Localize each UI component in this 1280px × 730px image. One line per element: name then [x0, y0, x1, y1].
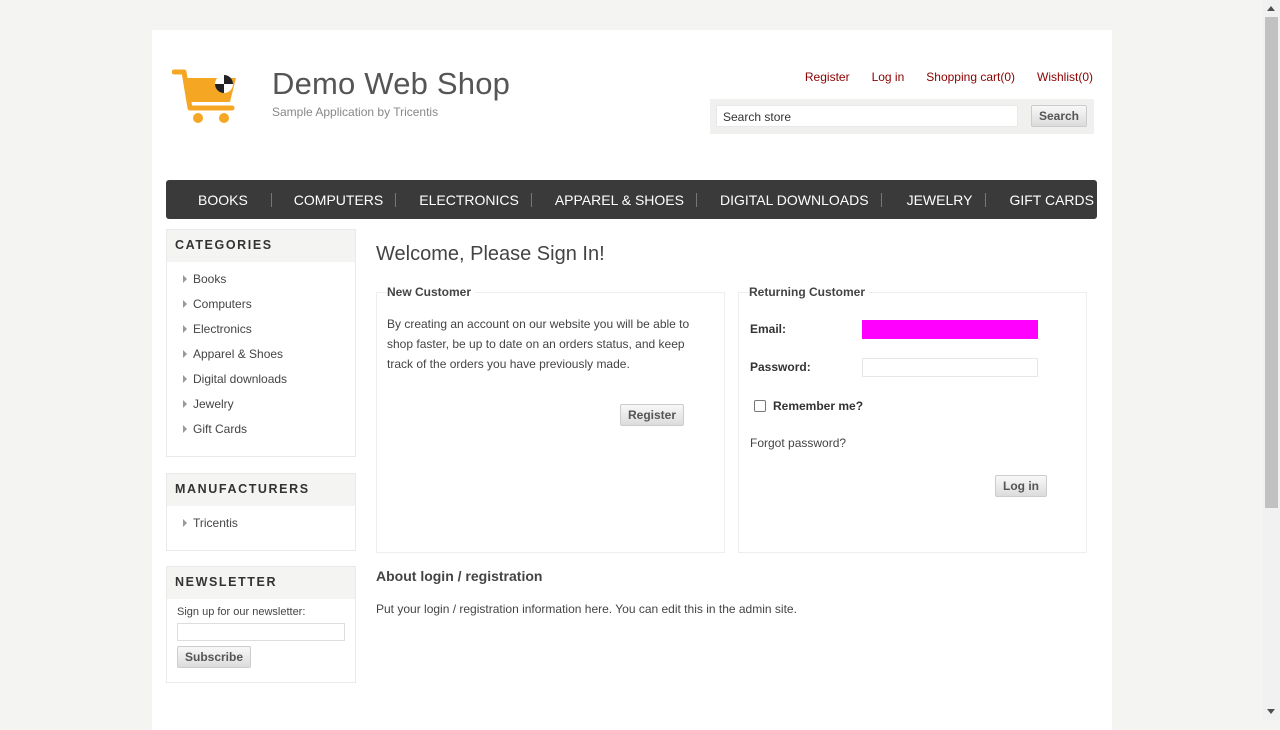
- newsletter-email-input[interactable]: [177, 623, 345, 641]
- category-item-books[interactable]: Books: [167, 270, 355, 295]
- menu-separator: [985, 192, 987, 207]
- shopping-cart-link[interactable]: Shopping cart(0): [926, 70, 1015, 84]
- scroll-down-icon[interactable]: [1267, 709, 1275, 714]
- menu-separator: [696, 192, 697, 207]
- email-label: Email:: [750, 322, 787, 336]
- menu-item-gift-cards[interactable]: GIFT CARDS: [1009, 192, 1094, 208]
- search-input[interactable]: Search store: [716, 105, 1018, 127]
- newsletter-block: NEWSLETTER Sign up for our newsletter: S…: [166, 566, 356, 683]
- shopping-cart-icon: [172, 69, 236, 123]
- menu-item-computers[interactable]: COMPUTERS: [294, 192, 383, 208]
- logo-subtitle: Sample Application by Tricentis: [272, 105, 439, 119]
- subscribe-button[interactable]: Subscribe: [177, 646, 251, 668]
- menu-item-electronics[interactable]: ELECTRONICS: [419, 192, 519, 208]
- remember-me-label[interactable]: Remember me?: [773, 399, 863, 413]
- logo[interactable]: Demo Web Shop Sample Application by Tric…: [172, 66, 510, 126]
- menu-separator: [270, 192, 272, 207]
- manufacturers-title: MANUFACTURERS: [167, 474, 355, 506]
- new-customer-section: New Customer By creating an account on o…: [376, 285, 725, 553]
- about-title: About login / registration: [376, 568, 543, 584]
- about-text: Put your login / registration informatio…: [376, 602, 797, 616]
- newsletter-title: NEWSLETTER: [167, 567, 355, 599]
- new-customer-text: By creating an account on our website yo…: [387, 317, 690, 371]
- password-label: Password:: [750, 360, 811, 374]
- returning-customer-section: Returning Customer Email: Password: Reme…: [738, 285, 1087, 553]
- categories-block: CATEGORIES Books Computers Electronics A…: [166, 229, 356, 457]
- returning-customer-legend: Returning Customer: [749, 285, 870, 299]
- new-customer-legend: New Customer: [387, 285, 476, 299]
- header-links: Register Log in Shopping cart(0) Wishlis…: [805, 70, 1093, 84]
- top-menu: BOOKS COMPUTERS ELECTRONICS APPAREL & SH…: [166, 180, 1097, 219]
- manufacturer-item-tricentis[interactable]: Tricentis: [167, 514, 355, 539]
- categories-title: CATEGORIES: [167, 230, 355, 262]
- register-button[interactable]: Register: [620, 404, 684, 426]
- category-item-computers[interactable]: Computers: [167, 295, 355, 320]
- menu-separator: [880, 192, 882, 207]
- scrollbar[interactable]: [1263, 0, 1280, 720]
- password-field[interactable]: [862, 358, 1038, 377]
- category-item-jewelry[interactable]: Jewelry: [167, 395, 355, 420]
- category-item-digital-downloads[interactable]: Digital downloads: [167, 370, 355, 395]
- remember-me-checkbox[interactable]: [754, 400, 766, 412]
- menu-item-apparel-shoes[interactable]: APPAREL & SHOES: [555, 192, 684, 208]
- scroll-up-icon[interactable]: [1267, 6, 1275, 11]
- search-box: Search store Search: [710, 99, 1094, 134]
- scroll-thumb[interactable]: [1265, 17, 1278, 508]
- menu-separator: [530, 192, 532, 207]
- category-item-apparel-shoes[interactable]: Apparel & Shoes: [167, 345, 355, 370]
- menu-separator: [395, 192, 397, 207]
- menu-item-books[interactable]: BOOKS: [198, 192, 248, 208]
- login-button[interactable]: Log in: [995, 475, 1047, 497]
- search-button[interactable]: Search: [1031, 105, 1087, 127]
- logo-title: Demo Web Shop: [272, 66, 511, 101]
- menu-item-digital-downloads[interactable]: DIGITAL DOWNLOADS: [720, 192, 869, 208]
- manufacturers-block: MANUFACTURERS Tricentis: [166, 473, 356, 551]
- forgot-password-link[interactable]: Forgot password?: [750, 436, 846, 450]
- category-item-gift-cards[interactable]: Gift Cards: [167, 420, 355, 445]
- page-title: Welcome, Please Sign In!: [376, 243, 605, 265]
- register-link[interactable]: Register: [805, 70, 850, 84]
- wishlist-link[interactable]: Wishlist(0): [1037, 70, 1093, 84]
- newsletter-label: Sign up for our newsletter:: [177, 606, 306, 618]
- login-link[interactable]: Log in: [872, 70, 905, 84]
- email-field[interactable]: [862, 320, 1038, 339]
- menu-item-jewelry[interactable]: JEWELRY: [907, 192, 973, 208]
- page: Demo Web Shop Sample Application by Tric…: [152, 30, 1112, 730]
- category-item-electronics[interactable]: Electronics: [167, 320, 355, 345]
